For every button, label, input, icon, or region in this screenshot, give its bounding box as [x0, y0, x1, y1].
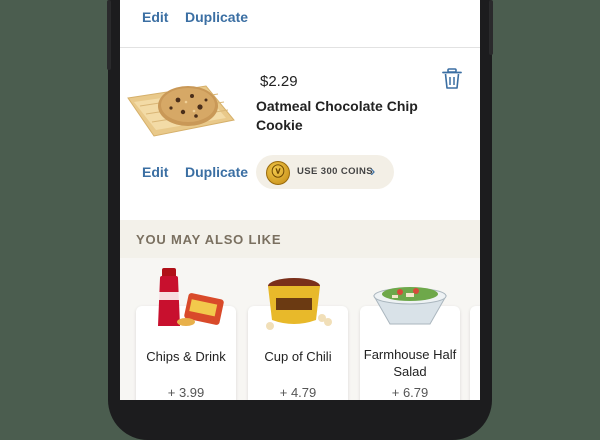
recommendation-name: Cup of Chili	[264, 349, 332, 364]
divider	[120, 47, 480, 48]
trash-icon[interactable]	[442, 68, 462, 90]
use-coins-label: USE 300 COINS	[297, 166, 373, 177]
recommendation-name: Farmhouse Half Salad	[363, 347, 457, 379]
recommendation-price: + 6.79	[391, 385, 429, 400]
cookie-image	[127, 85, 235, 137]
recommendation-card[interactable]: Chips & Drink + 3.99	[136, 268, 236, 400]
recommendation-price: + 4.79	[279, 385, 317, 400]
section-title: YOU MAY ALSO LIKE	[136, 232, 282, 247]
recommendation-card[interactable]: Cup of Chili + 4.79	[248, 278, 348, 400]
section-header: YOU MAY ALSO LIKE	[120, 220, 480, 258]
phone-side-button	[489, 0, 493, 55]
duplicate-button[interactable]: Duplicate	[185, 9, 248, 25]
duplicate-button[interactable]: Duplicate	[185, 164, 248, 180]
chili-cup-image	[266, 278, 332, 330]
edit-button[interactable]: Edit	[142, 164, 168, 180]
recommendation-name: Chips & Drink	[146, 349, 226, 364]
use-coins-button[interactable]: ⓥ USE 300 COINS ›	[256, 155, 394, 189]
phone-side-button	[107, 0, 111, 70]
coin-icon: ⓥ	[266, 161, 290, 185]
item-name: Oatmeal Chocolate Chip Cookie	[256, 98, 418, 133]
recommendation-card[interactable]	[470, 306, 480, 400]
app-screen: Edit Duplicate $2.29 Oatmeal Chocolate C…	[120, 0, 480, 400]
chips-drink-image	[158, 268, 224, 326]
item-price: $2.29	[260, 73, 298, 90]
salad-bowl-image	[373, 287, 447, 325]
chevron-right-icon: ›	[370, 163, 376, 180]
recommendation-price: + 3.99	[167, 385, 205, 400]
edit-button[interactable]: Edit	[142, 9, 168, 25]
recommendation-card[interactable]: Farmhouse Half Salad + 6.79	[360, 287, 460, 400]
